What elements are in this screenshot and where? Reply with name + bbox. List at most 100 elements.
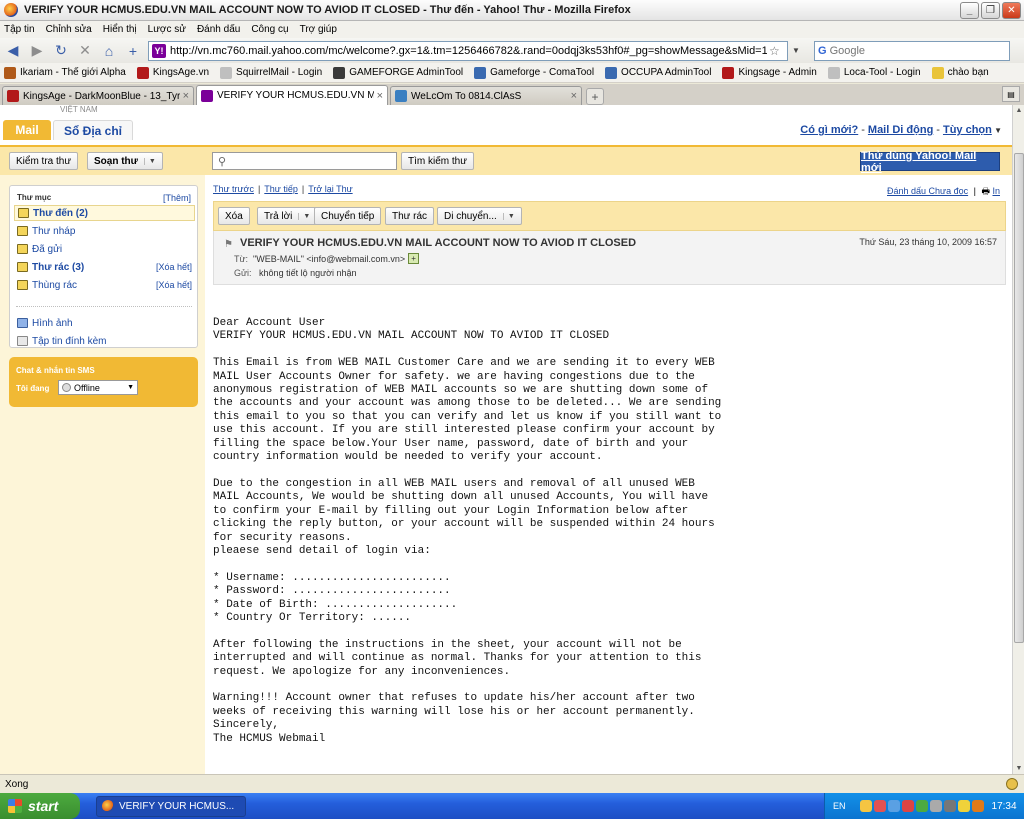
contacts-tab[interactable]: Sổ Địa chỉ — [53, 120, 133, 140]
bookmark-item[interactable]: Ikariam - Thế giới Alpha — [4, 66, 126, 79]
bookmark-item[interactable]: Loca-Tool - Login — [827, 66, 921, 79]
folder-item[interactable]: Thư nháp — [14, 223, 195, 239]
new-tab-button[interactable]: + — [586, 88, 604, 105]
search-input[interactable] — [829, 44, 970, 57]
back-to-inbox-link[interactable]: Trở lại Thư — [308, 184, 352, 194]
navigation-toolbar: ◀ ▶ ↻ ✕ ⌂ + Y! http://vn.mc760.mail.yaho… — [0, 38, 1024, 63]
address-bar[interactable]: Y! http://vn.mc760.mail.yahoo.com/mc/wel… — [148, 40, 788, 61]
move-button[interactable]: Di chuyển... ▼ — [437, 207, 522, 225]
folder-item[interactable]: Đã gửi — [14, 241, 195, 257]
empty-folder-link[interactable]: [Xóa hết] — [156, 262, 192, 272]
previous-message-link[interactable]: Thư trước — [213, 184, 254, 194]
home-icon[interactable]: ⌂ — [98, 41, 120, 61]
menu-help[interactable]: Trợ giúp — [300, 24, 337, 35]
menu-bookmarks[interactable]: Đánh dấu — [197, 24, 240, 35]
folder-item[interactable]: Thùng rác [Xóa hết] — [14, 277, 195, 293]
browser-tab[interactable]: WeLcOm To 0814.ClAsS × — [390, 86, 582, 105]
language-indicator[interactable]: EN — [833, 801, 846, 811]
scroll-thumb[interactable] — [1014, 153, 1024, 643]
mobile-mail-link[interactable]: Mail Di động — [868, 124, 933, 136]
bookmark-item[interactable]: KingsAge.vn — [136, 66, 209, 79]
security-icon[interactable] — [915, 800, 928, 812]
url-dropdown-icon[interactable]: ▼ — [792, 46, 804, 55]
close-tab-icon[interactable]: × — [571, 90, 577, 102]
menu-view[interactable]: Hiển thị — [103, 24, 137, 35]
mail-tab[interactable]: Mail — [3, 120, 51, 140]
browser-tab[interactable]: VERIFY YOUR HCMUS.EDU.VN MAIL AC...× — [196, 85, 388, 105]
yahoo-tray-icon[interactable] — [957, 800, 970, 812]
offline-icon — [62, 383, 71, 392]
bookmark-star-icon[interactable]: ☆ — [769, 44, 785, 58]
bookmark-item[interactable]: chào bạn — [931, 66, 989, 79]
to-address: không tiết lộ người nhận — [259, 268, 357, 278]
vertical-scrollbar[interactable]: ▲ ▼ — [1012, 105, 1024, 774]
window-title-bar[interactable]: VERIFY YOUR HCMUS.EDU.VN MAIL ACCOUNT NO… — [0, 0, 1024, 21]
chevron-down-icon[interactable]: ▼ — [143, 157, 156, 165]
messenger-icon[interactable] — [859, 800, 872, 812]
search-mail-button[interactable]: Tìm kiếm thư — [401, 152, 474, 170]
menu-tools[interactable]: Công cụ — [251, 24, 288, 35]
compose-button[interactable]: Soạn thư ▼ — [87, 152, 163, 170]
chevron-down-icon[interactable]: ▼ — [502, 212, 515, 220]
tab-list-button[interactable]: ▤ — [1002, 86, 1020, 102]
network-icon[interactable] — [873, 800, 886, 812]
print-link[interactable]: In — [992, 186, 1000, 196]
menu-history[interactable]: Lược sử — [148, 24, 186, 35]
menu-file[interactable]: Tập tin — [4, 24, 35, 35]
empty-folder-link[interactable]: [Xóa hết] — [156, 280, 192, 290]
sound-icon[interactable] — [929, 800, 942, 812]
sidebar-link[interactable]: Tập tin đính kèm — [14, 333, 195, 349]
scroll-up-icon[interactable]: ▲ — [1014, 105, 1024, 116]
folder-item[interactable]: Thư rác (3) [Xóa hết] — [14, 259, 195, 275]
update-icon[interactable] — [971, 800, 984, 812]
mark-unread-link[interactable]: Đánh dấu Chưa đọc — [887, 186, 968, 196]
reply-button[interactable]: Trả lời ▼ — [257, 207, 318, 225]
tool-icon[interactable] — [887, 800, 900, 812]
forward-button[interactable]: Chuyển tiếp — [314, 207, 382, 225]
add-folder-link[interactable]: [Thêm] — [163, 193, 191, 203]
device-icon[interactable] — [943, 800, 956, 812]
antivirus-icon[interactable] — [901, 800, 914, 812]
addon-status-icon[interactable] — [1006, 778, 1018, 790]
add-contact-icon[interactable]: + — [408, 253, 420, 264]
spam-button[interactable]: Thư rác — [385, 207, 435, 225]
browser-tab[interactable]: KingsAge - DarkMoonBlue - 13_Tyrfing × — [2, 86, 194, 105]
bookmark-item[interactable]: GAMEFORGE AdminTool — [333, 66, 463, 79]
flag-icon[interactable]: ⚑ — [224, 239, 233, 250]
close-tab-icon[interactable]: × — [377, 90, 383, 102]
bookmark-item[interactable]: Kingsage - Admin — [722, 66, 817, 79]
try-new-yahoo-mail-button[interactable]: Thử dùng Yahoo! Mail mới — [860, 150, 1000, 174]
minimize-button[interactable]: _ — [960, 1, 979, 19]
folder-item[interactable]: Thư đến (2) — [14, 205, 195, 221]
start-button[interactable]: start — [0, 793, 80, 819]
taskbar-window-button[interactable]: VERIFY YOUR HCMUS... — [96, 795, 246, 817]
bookmark-item[interactable]: Gameforge - ComaTool — [474, 66, 594, 79]
from-address[interactable]: "WEB-MAIL" <info@webmail.com.vn> — [253, 254, 405, 264]
new-tab-plus-icon[interactable]: + — [122, 41, 144, 61]
close-button[interactable]: ✕ — [1002, 1, 1021, 19]
delete-button[interactable]: Xóa — [218, 207, 250, 225]
reply-label: Trả lời — [264, 210, 293, 222]
check-mail-button[interactable]: Kiểm tra thư — [9, 152, 79, 170]
bookmark-item[interactable]: SquirrelMail - Login — [220, 66, 322, 79]
scroll-down-icon[interactable]: ▼ — [1014, 763, 1024, 774]
back-arrow-icon[interactable]: ◀ — [2, 41, 24, 61]
options-link[interactable]: Tùy chọn — [943, 124, 992, 136]
search-bar[interactable]: G — [814, 40, 1010, 61]
maximize-button[interactable]: ❐ — [981, 1, 1000, 19]
google-icon[interactable]: G — [818, 45, 827, 57]
bookmark-item[interactable]: OCCUPA AdminTool — [605, 66, 711, 79]
reload-icon[interactable]: ↻ — [50, 41, 72, 61]
status-select[interactable]: Offline ▼ — [58, 380, 138, 395]
whats-new-link[interactable]: Có gì mới? — [800, 124, 858, 136]
mail-search-input[interactable]: ⚲ — [212, 152, 397, 170]
forward-arrow-icon[interactable]: ▶ — [26, 41, 48, 61]
close-tab-icon[interactable]: × — [183, 90, 189, 102]
stop-icon[interactable]: ✕ — [74, 41, 96, 61]
menu-edit[interactable]: Chỉnh sửa — [46, 24, 92, 35]
chevron-down-icon[interactable]: ▼ — [298, 212, 310, 220]
bookmark-label: Kingsage - Admin — [738, 67, 817, 78]
sidebar-link[interactable]: Hình ảnh — [14, 315, 195, 331]
printer-icon[interactable]: 🖶 — [981, 186, 990, 196]
next-message-link[interactable]: Thư tiếp — [264, 184, 298, 194]
